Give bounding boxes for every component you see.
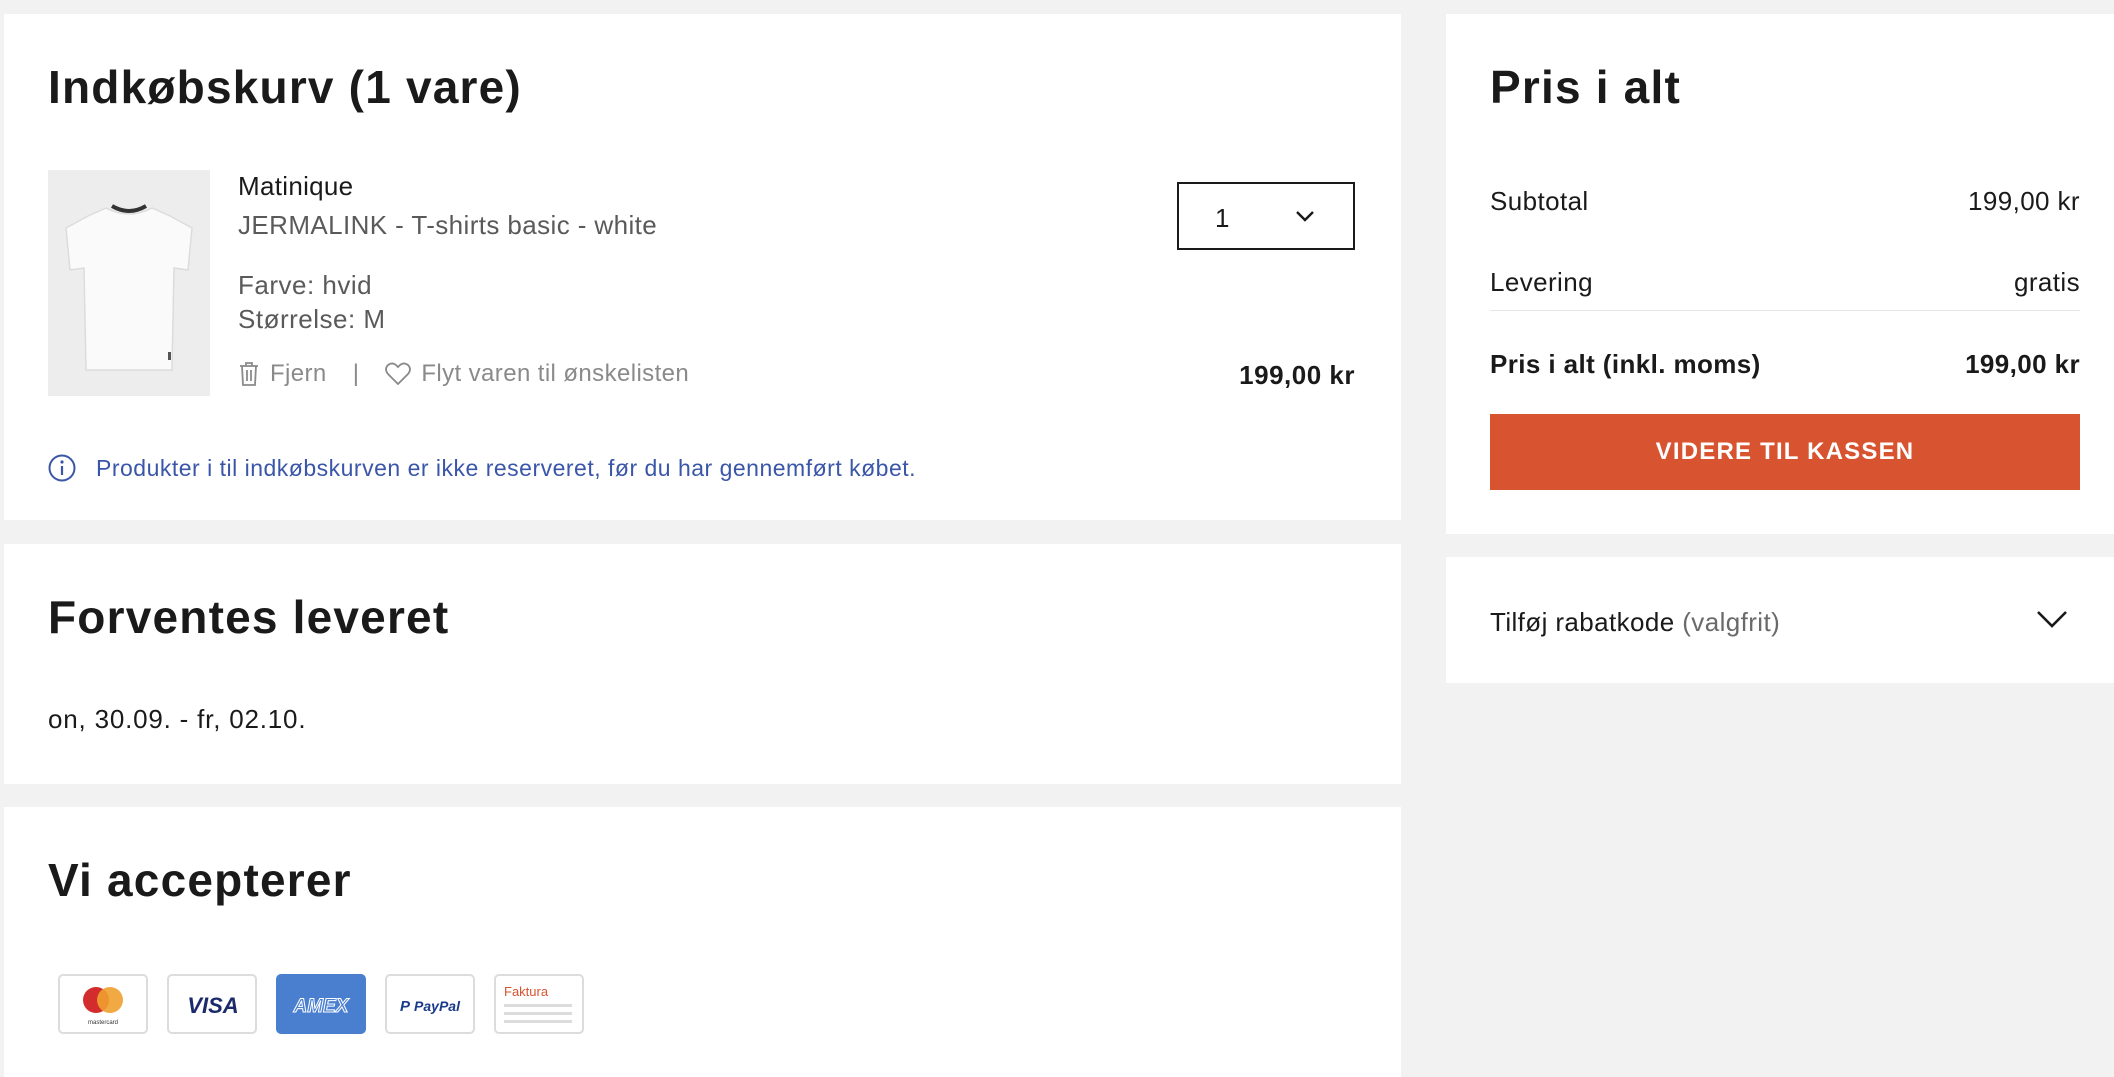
summary-divider [1490,310,2080,311]
chevron-down-icon [1296,211,1314,222]
delivery-date-range: on, 30.09. - fr, 02.10. [48,704,307,734]
remove-label: Fjern [270,360,327,387]
mastercard-logo: mastercard [58,974,148,1034]
cart-card: Indkøbskurv (1 vare) Matinique JERMALINK… [4,14,1401,520]
amex-label: AMEX [293,996,350,1017]
svg-text:P: P [400,998,411,1015]
subtotal-label: Subtotal [1490,186,1589,216]
reservation-notice: Produkter i til indkøbskurven er ikke re… [48,454,916,482]
total-value: 199,00 kr [1965,349,2080,379]
remove-button[interactable]: Fjern [238,360,327,388]
discount-label: Tilføj rabatkode (valgfrit) [1490,607,1780,638]
delivery-title: Forventes leveret [48,591,450,643]
checkout-button[interactable]: VIDERE TIL KASSEN [1490,414,2080,490]
item-actions: Fjern | Flyt varen til ønskelisten [238,360,689,388]
delivery-card: Forventes leveret on, 30.09. - fr, 02.10… [4,544,1401,784]
payment-title: Vi accepterer [48,854,352,906]
quantity-value: 1 [1215,203,1230,233]
visa-logo: VISA [167,974,257,1034]
product-color: Farve: hvid [238,270,373,300]
mastercard-label: mastercard [88,1020,118,1026]
payment-card: Vi accepterer mastercard VISA AMEX P Pay… [4,807,1401,1077]
item-price: 199,00 kr [1239,360,1355,390]
delivery-row: Levering gratis [1490,267,2080,298]
paypal-logo: P PayPal [385,974,475,1034]
heart-icon [385,362,412,386]
summary-title: Pris i alt [1490,61,1681,113]
product-name[interactable]: JERMALINK - T-shirts basic - white [238,210,657,241]
delivery-value: gratis [2014,267,2080,297]
invoice-label: Faktura [504,984,549,999]
paypal-label: PayPal [414,998,461,1014]
action-separator: | [352,360,360,387]
amex-logo: AMEX [276,974,366,1034]
visa-label: VISA [187,993,238,1018]
chevron-down-icon [2037,611,2067,628]
product-size: Størrelse: M [238,304,386,334]
subtotal-row: Subtotal 199,00 kr [1490,186,2080,217]
info-icon [48,454,76,482]
quantity-select[interactable]: 1 [1177,182,1355,250]
product-image[interactable] [48,170,210,396]
trash-icon [240,362,258,386]
subtotal-value: 199,00 kr [1967,186,2080,216]
delivery-label: Levering [1490,267,1593,297]
discount-label-text: Tilføj rabatkode [1490,607,1675,637]
total-row: Pris i alt (inkl. moms) 199,00 kr [1490,349,2080,380]
invoice-logo: Faktura [494,974,584,1034]
move-to-wishlist-button[interactable]: Flyt varen til ønskelisten [385,360,689,388]
cart-title: Indkøbskurv (1 vare) [48,61,522,113]
total-label: Pris i alt (inkl. moms) [1490,349,1761,379]
wishlist-label: Flyt varen til ønskelisten [421,360,690,387]
reservation-notice-text: Produkter i til indkøbskurven er ikke re… [96,454,917,481]
discount-optional-text: (valgfrit) [1682,607,1781,637]
summary-card: Pris i alt Subtotal 199,00 kr Levering g… [1446,14,2114,534]
product-brand[interactable]: Matinique [238,171,353,202]
discount-code-toggle[interactable]: Tilføj rabatkode (valgfrit) [1446,557,2114,683]
